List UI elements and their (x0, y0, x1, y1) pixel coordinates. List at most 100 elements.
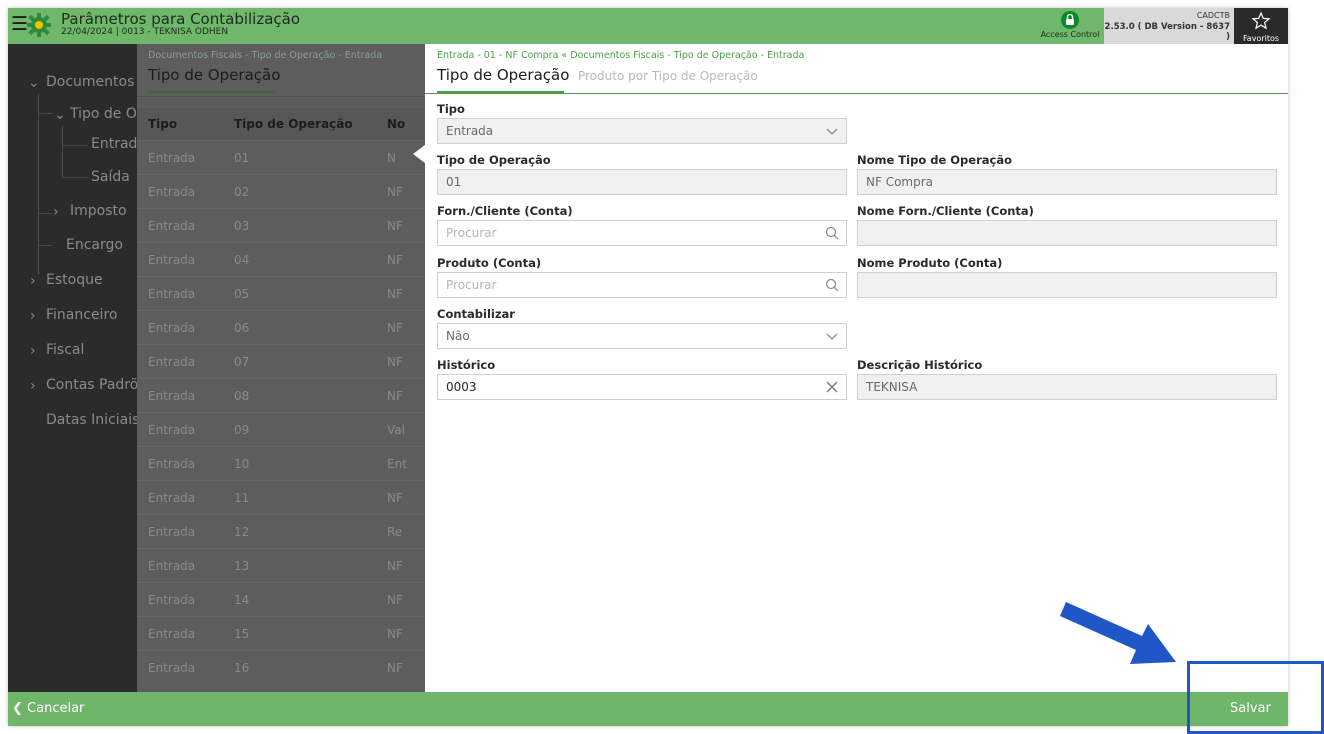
tipo-value: Entrada (446, 124, 494, 138)
table-cell-tipo: Entrada (148, 389, 196, 403)
forn-cliente-search-field[interactable]: Procurar (437, 220, 847, 246)
tree-expand-icon: › (30, 308, 36, 324)
table-cell-nome: NF (387, 321, 403, 335)
tipo-select[interactable]: Entrada (437, 118, 847, 144)
table-cell-tipo: Entrada (148, 457, 196, 471)
produto-search-field[interactable]: Procurar (437, 272, 847, 298)
table-cell-nome: NF (387, 185, 403, 199)
table-cell-tipo: Entrada (148, 661, 196, 675)
table-row[interactable]: Entrada 14 NF (137, 582, 425, 616)
tree-item-saida[interactable]: Saída (91, 169, 130, 185)
descricao-historico-value: TEKNISA (866, 380, 918, 394)
table-cell-tipo: Entrada (148, 355, 196, 369)
table-cell-nome: Re (387, 525, 403, 539)
version-info: CADCTB 2.53.0 ( DB Version - 8637 ) (1104, 8, 1234, 44)
access-control-label: Access Control (1040, 30, 1100, 39)
nome-tipo-operacao-value: NF Compra (866, 175, 934, 189)
table-row[interactable]: Entrada 05 NF (137, 276, 425, 310)
table-cell-tipo: Entrada (148, 559, 196, 573)
table-row[interactable]: Entrada 16 NF (137, 650, 425, 684)
favorites-button[interactable]: Favoritos (1234, 8, 1288, 44)
table-cell-nome: NF (387, 253, 403, 267)
access-control-button[interactable]: Access Control (1036, 10, 1104, 42)
tipo-label: Tipo (437, 102, 465, 116)
table-cell-codigo: 02 (234, 185, 250, 199)
contabilizar-value: Não (446, 329, 470, 343)
tab-tipo-operacao[interactable]: Tipo de Operação (437, 66, 569, 84)
chevron-down-icon (826, 128, 838, 135)
historico-field[interactable]: 0003 (437, 374, 847, 400)
annotation-highlight-box (1187, 661, 1324, 734)
divider (137, 96, 425, 97)
search-icon[interactable] (824, 276, 840, 294)
gear-icon (26, 12, 52, 38)
table-cell-codigo: 05 (234, 287, 250, 301)
table-cell-codigo: 11 (234, 491, 250, 505)
table-cell-nome: NF (387, 287, 403, 301)
tree-item-estoque[interactable]: Estoque (46, 272, 103, 288)
tree-expand-icon: › (30, 378, 36, 394)
navigation-tree: ⌄ Documentos ⌄ Tipo de O Entrad Saída › … (8, 44, 137, 692)
tree-item-fiscal[interactable]: Fiscal (46, 342, 84, 358)
table-row[interactable]: Entrada 15 NF (137, 616, 425, 650)
table-row[interactable]: Entrada 06 NF (137, 310, 425, 344)
table-row[interactable]: Entrada 11 NF (137, 480, 425, 514)
table-row[interactable]: Entrada 03 NF (137, 208, 425, 242)
close-icon[interactable] (824, 378, 840, 396)
tree-connector (38, 224, 52, 246)
tree-item-financeiro[interactable]: Financeiro (46, 307, 117, 323)
tree-item-datas-iniciais[interactable]: Datas Iniciais (46, 412, 137, 428)
tab-produto-por-tipo-operacao[interactable]: Produto por Tipo de Operação (578, 69, 758, 83)
table-cell-nome: NF (387, 491, 403, 505)
table-cell-tipo: Entrada (148, 287, 196, 301)
produto-placeholder: Procurar (446, 278, 497, 292)
tree-connector (62, 126, 88, 146)
nome-forn-cliente-field[interactable] (857, 220, 1277, 246)
table-row[interactable]: Entrada 09 Val (137, 412, 425, 446)
table-row[interactable]: Entrada 04 NF (137, 242, 425, 276)
tipo-operacao-label: Tipo de Operação (437, 153, 551, 167)
table-row[interactable]: Entrada 07 NF (137, 344, 425, 378)
annotation-arrow-icon (1060, 602, 1176, 664)
hamburger-icon[interactable]: ☰ (11, 15, 28, 35)
nome-produto-field[interactable] (857, 272, 1277, 298)
column-header-nome[interactable]: No (387, 117, 405, 131)
tree-item-contas-padrao[interactable]: Contas Padrõ (46, 377, 137, 393)
table-row[interactable]: Entrada 13 NF (137, 548, 425, 582)
table-cell-codigo: 07 (234, 355, 250, 369)
nome-produto-label: Nome Produto (Conta) (857, 256, 1003, 270)
table-cell-tipo: Entrada (148, 253, 196, 267)
table-cell-codigo: 13 (234, 559, 250, 573)
list-title: Tipo de Operação (148, 66, 281, 84)
table-row[interactable]: Entrada 08 NF (137, 378, 425, 412)
produto-label: Produto (Conta) (437, 256, 542, 270)
lock-icon (1061, 11, 1079, 29)
table-row[interactable]: Entrada 10 Ent (137, 446, 425, 480)
contabilizar-select[interactable]: Não (437, 323, 847, 349)
tree-item-encargo[interactable]: Encargo (66, 237, 123, 253)
column-header-tipo[interactable]: Tipo (148, 117, 177, 131)
tree-item-imposto[interactable]: Imposto (70, 203, 127, 219)
table-cell-nome: NF (387, 559, 403, 573)
table-row[interactable]: Entrada 02 NF (137, 174, 425, 208)
tree-connector (62, 146, 88, 178)
tree-item-tipo-operacao[interactable]: Tipo de O (70, 106, 137, 122)
search-icon[interactable] (824, 224, 840, 242)
tree-item-entrada[interactable]: Entrad (91, 136, 137, 152)
cancel-button[interactable]: ❮ Cancelar (12, 701, 84, 716)
table-row[interactable]: Entrada 12 Re (137, 514, 425, 548)
table-cell-nome: NF (387, 219, 403, 233)
descricao-historico-field[interactable]: TEKNISA (857, 374, 1277, 400)
nome-tipo-operacao-label: Nome Tipo de Operação (857, 153, 1012, 167)
tipo-operacao-field[interactable]: 01 (437, 169, 847, 195)
nome-tipo-operacao-field[interactable]: NF Compra (857, 169, 1277, 195)
tree-item-documentos[interactable]: Documentos (46, 74, 134, 90)
star-icon (1251, 11, 1271, 30)
breadcrumb[interactable]: Entrada - 01 - NF Compra « Documentos Fi… (437, 50, 804, 61)
operation-type-list-panel: Documentos Fiscais - Tipo de Operação - … (137, 44, 425, 692)
column-header-tipo-operacao[interactable]: Tipo de Operação (234, 117, 353, 131)
table-cell-tipo: Entrada (148, 491, 196, 505)
table-cell-tipo: Entrada (148, 185, 196, 199)
table-row[interactable]: Entrada 01 N (137, 140, 425, 174)
table-cell-tipo: Entrada (148, 593, 196, 607)
